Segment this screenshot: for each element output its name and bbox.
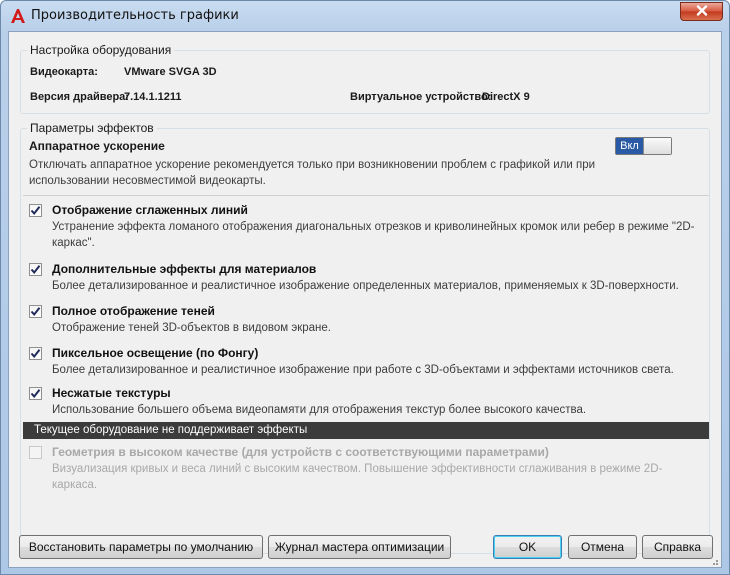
driver-label: Версия драйвера: <box>30 91 129 103</box>
checkmark-icon <box>30 265 41 275</box>
virtual-device-value: DirectX 9 <box>482 91 530 103</box>
materials-checkbox[interactable] <box>29 263 42 276</box>
shadows-title: Полное отображение теней <box>52 304 215 318</box>
phong-desc: Более детализированное и реалистичное из… <box>52 364 674 376</box>
shadows-desc: Отображение теней 3D-объектов в видовом … <box>52 322 331 334</box>
antialiasing-desc: Устранение эффекта ломаного отображения … <box>52 221 695 249</box>
unsupported-banner: Текущее оборудование не поддерживает эфф… <box>23 422 709 439</box>
close-button[interactable] <box>680 2 723 21</box>
gpu-label: Видеокарта: <box>30 66 98 78</box>
textures-desc: Использование большего объема видеопамят… <box>52 404 587 416</box>
title-bar[interactable]: Производительность графики <box>1 1 729 31</box>
optimization-log-button[interactable]: Журнал мастера оптимизации <box>268 535 451 559</box>
textures-checkbox[interactable] <box>29 387 42 400</box>
hw-accel-toggle[interactable]: Вкл <box>615 137 672 155</box>
antialiasing-checkbox[interactable] <box>29 204 42 217</box>
toggle-on-label: Вкл <box>616 138 643 154</box>
shadows-checkbox[interactable] <box>29 305 42 318</box>
hq-geometry-checkbox <box>29 446 42 459</box>
phong-checkbox[interactable] <box>29 347 42 360</box>
materials-title: Дополнительные эффекты для материалов <box>52 262 317 276</box>
antialiasing-title: Отображение сглаженных линий <box>52 203 248 217</box>
window-title: Производительность графики <box>31 8 239 23</box>
phong-title: Пиксельное освещение (по Фонгу) <box>52 346 259 360</box>
resize-grip-icon[interactable] <box>709 555 719 565</box>
hq-geometry-title: Геометрия в высоком качестве (для устрой… <box>52 445 549 459</box>
textures-title: Несжатые текстуры <box>52 386 171 400</box>
autocad-logo-icon <box>10 8 26 24</box>
restore-defaults-button[interactable]: Восстановить параметры по умолчанию <box>19 535 263 559</box>
checkmark-icon <box>30 349 41 359</box>
hq-geometry-desc: Визуализация кривых и веса линий с высок… <box>52 463 663 491</box>
hw-accel-desc: Отключать аппаратное ускорение рекоменду… <box>29 159 596 187</box>
effects-group-legend: Параметры эффектов <box>27 121 157 135</box>
dialog-body: Настройка оборудования Видеокарта: VMwar… <box>8 31 722 568</box>
close-icon <box>696 4 708 19</box>
ok-button[interactable]: OK <box>493 535 562 559</box>
materials-desc: Более детализированное и реалистичное из… <box>52 280 679 292</box>
help-button[interactable]: Справка <box>642 535 713 559</box>
gpu-value: VMware SVGA 3D <box>124 66 217 78</box>
toggle-knob <box>643 138 671 154</box>
divider <box>23 195 709 196</box>
checkmark-icon <box>30 389 41 399</box>
checkmark-icon <box>30 206 41 216</box>
dialog-window: Производительность графики Настройка обо… <box>0 0 730 575</box>
virtual-device-label: Виртуальное устройство: <box>350 91 492 103</box>
checkmark-icon <box>30 307 41 317</box>
cancel-button[interactable]: Отмена <box>568 535 637 559</box>
hw-accel-title: Аппаратное ускорение <box>29 139 165 153</box>
driver-value: 7.14.1.1211 <box>124 91 182 103</box>
hardware-group-legend: Настройка оборудования <box>27 43 175 57</box>
hardware-group: Настройка оборудования Видеокарта: VMwar… <box>20 43 710 114</box>
